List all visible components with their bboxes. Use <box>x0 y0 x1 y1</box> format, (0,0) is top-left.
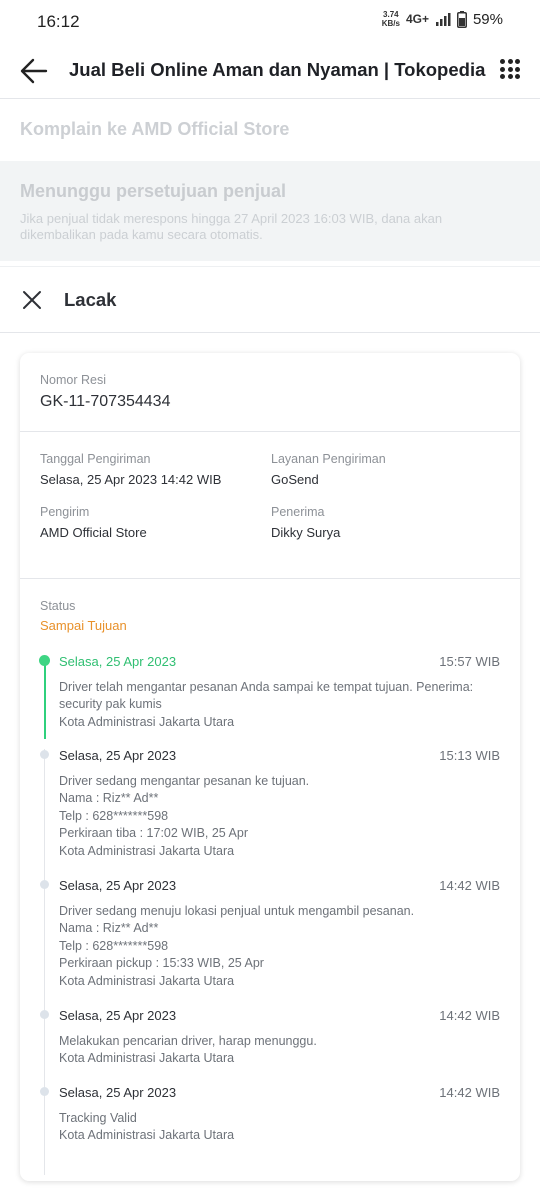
timeline-time: 14:42 WIB <box>439 1085 500 1100</box>
battery-icon <box>456 10 467 28</box>
timeline-dot <box>40 750 49 759</box>
battery-percent: 59% <box>472 10 503 28</box>
status-value: Sampai Tujuan <box>40 618 127 633</box>
timeline-description: Driver sedang mengantar pesanan ke tujua… <box>59 773 489 860</box>
timeline-description: Driver telah mengantar pesanan Anda samp… <box>59 679 489 731</box>
timeline-line-text: Telp : 628*******598 <box>59 938 169 953</box>
timeline-date: Selasa, 25 Apr 2023 <box>59 748 177 763</box>
banner-description: Jika penjual tidak merespons hingga 27 A… <box>20 211 443 242</box>
close-icon[interactable] <box>22 290 42 310</box>
timeline-line-active <box>43 661 46 739</box>
sheet-header: Lacak <box>0 267 540 333</box>
timeline-dot <box>40 1010 49 1019</box>
timeline-line-text: Kota Administrasi Jakarta Utara <box>59 1128 235 1143</box>
timeline-description: Driver sedang menuju lokasi penjual untu… <box>59 903 489 990</box>
timeline-time: 14:42 WIB <box>439 878 500 893</box>
timeline-line-text: security pak kumis <box>59 697 162 712</box>
page-title: Jual Beli Online Aman dan Nyaman | Tokop… <box>69 59 486 80</box>
back-arrow-icon[interactable] <box>20 58 48 84</box>
timeline-line-text: Driver sedang menuju lokasi penjual untu… <box>59 904 415 918</box>
timeline-line-text: Perkiraan tiba : 17:02 WIB, 25 Apr <box>59 826 248 841</box>
timeline-dot-active <box>39 655 50 666</box>
timeline-description: Melakukan pencarian driver, harap menung… <box>59 1033 489 1068</box>
timeline-dot <box>40 1087 49 1096</box>
timeline-time: 14:42 WIB <box>439 1008 500 1023</box>
shipment-info-section: Tanggal Pengiriman Selasa, 25 Apr 2023 1… <box>20 432 520 579</box>
timeline-line-text: Driver sedang mengantar pesanan ke tujua… <box>59 774 310 788</box>
tracking-sheet: Lacak Nomor Resi GK-11-707354434 Tanggal… <box>0 266 540 1201</box>
grid-menu-icon[interactable] <box>500 59 520 79</box>
timeline-line-text: Kota Administrasi Jakarta Utara <box>59 1051 235 1066</box>
timeline-line-text: Melakukan pencarian driver, harap menung… <box>59 1034 317 1048</box>
timeline-line-text: Kota Administrasi Jakarta Utara <box>59 714 235 729</box>
timeline-line-text: Nama : Riz** Ad** <box>59 921 159 936</box>
sheet-title: Lacak <box>64 289 117 310</box>
timeline-line-text: Nama : Riz** Ad** <box>59 791 159 806</box>
status-bar: 16:12 3.74 KB/s 4G+ 59% <box>0 0 540 42</box>
timeline-time: 15:57 WIB <box>439 654 500 669</box>
net-speed: 3.74 KB/s <box>382 10 400 28</box>
network-type: 4G+ <box>405 12 429 26</box>
timeline-line-text: Kota Administrasi Jakarta Utara <box>59 843 235 858</box>
status-indicators: 3.74 KB/s 4G+ 59% <box>382 10 503 28</box>
timeline-line-text: Driver telah mengantar pesanan Anda samp… <box>59 680 474 694</box>
background-content: Komplain ke AMD Official Store Menunggu … <box>0 99 540 267</box>
service-value: GoSend <box>271 472 319 487</box>
date-value: Selasa, 25 Apr 2023 14:42 WIB <box>40 472 222 487</box>
timeline-line-text: Tracking Valid <box>59 1111 137 1125</box>
timeline-line-text: Kota Administrasi Jakarta Utara <box>59 973 235 988</box>
signal-icon <box>435 13 451 26</box>
date-label: Tanggal Pengiriman <box>40 452 151 466</box>
timeline-date: Selasa, 25 Apr 2023 <box>59 878 177 893</box>
resi-section: Nomor Resi GK-11-707354434 <box>20 353 520 432</box>
resi-value: GK-11-707354434 <box>40 393 171 410</box>
timeline-dot <box>40 880 49 889</box>
tracking-timeline: Selasa, 25 Apr 2023 15:57 WIB Driver tel… <box>20 649 520 1179</box>
timeline-line <box>44 749 45 1175</box>
status-time: 16:12 <box>37 12 80 31</box>
service-label: Layanan Pengiriman <box>271 452 386 466</box>
tracking-card: Nomor Resi GK-11-707354434 Tanggal Pengi… <box>20 353 520 1181</box>
timeline-description: Tracking Valid Kota Administrasi Jakarta… <box>59 1110 489 1145</box>
net-speed-unit: KB/s <box>381 19 400 28</box>
timeline-date: Selasa, 25 Apr 2023 <box>59 1085 177 1100</box>
receiver-value: Dikky Surya <box>271 525 341 540</box>
status-label: Status <box>40 599 76 613</box>
complaint-title: Komplain ke AMD Official Store <box>20 119 290 139</box>
sender-value: AMD Official Store <box>40 525 147 540</box>
timeline-line-text: Telp : 628*******598 <box>59 808 169 823</box>
receiver-label: Penerima <box>271 505 325 519</box>
timeline-time: 15:13 WIB <box>439 748 500 763</box>
timeline-line-text: Perkiraan pickup : 15:33 WIB, 25 Apr <box>59 956 264 971</box>
sender-label: Pengirim <box>40 505 90 519</box>
timeline-date: Selasa, 25 Apr 2023 <box>59 654 177 669</box>
status-banner: Menunggu persetujuan penjual Jika penjua… <box>0 161 540 261</box>
resi-label: Nomor Resi <box>40 373 106 387</box>
net-speed-value: 3.74 <box>383 10 399 19</box>
app-bar: Jual Beli Online Aman dan Nyaman | Tokop… <box>0 42 540 99</box>
timeline-date: Selasa, 25 Apr 2023 <box>59 1008 177 1023</box>
banner-title: Menunggu persetujuan penjual <box>20 181 287 201</box>
